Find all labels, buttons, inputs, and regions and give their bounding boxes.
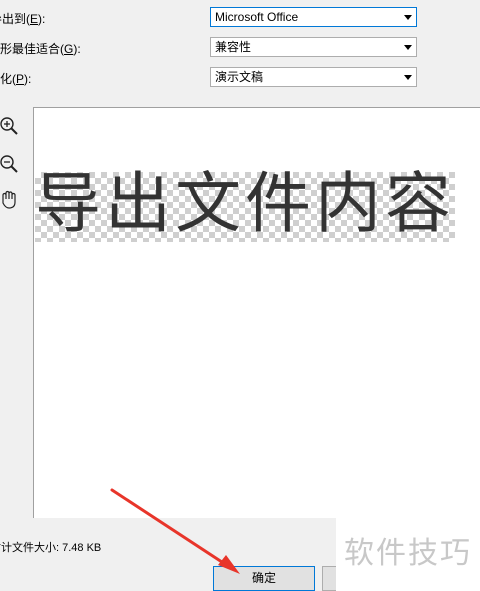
- annotation-arrow-icon: [110, 488, 240, 574]
